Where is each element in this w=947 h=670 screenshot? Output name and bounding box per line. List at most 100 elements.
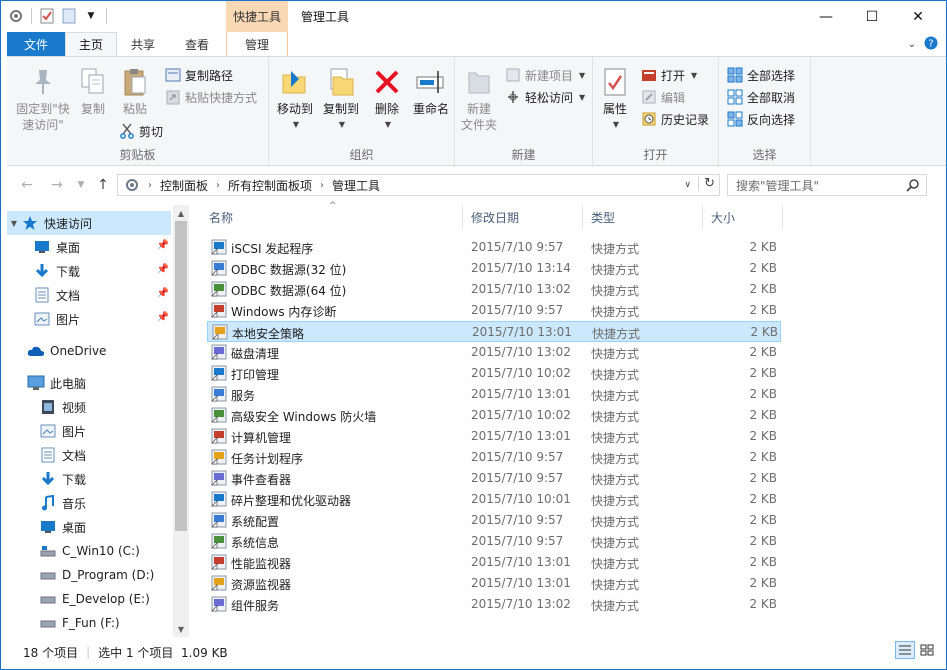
properties-check-icon[interactable] [38, 7, 56, 25]
nav-qa-pictures[interactable]: 图片 📌 [7, 307, 171, 331]
pictures-icon [39, 422, 57, 440]
file-row[interactable]: 打印管理 2015/7/10 10:02 快捷方式 2 KB [207, 363, 781, 384]
maximize-button[interactable]: ☐ [849, 1, 895, 32]
breadcrumb-admin-tools[interactable]: 管理工具 [332, 177, 380, 194]
open-icon [641, 67, 657, 83]
file-row[interactable]: 计算机管理 2015/7/10 13:01 快捷方式 2 KB [207, 426, 781, 447]
details-view-button[interactable] [895, 641, 915, 659]
desktop-icon [33, 238, 51, 256]
file-row[interactable]: 资源监视器 2015/7/10 13:01 快捷方式 2 KB [207, 573, 781, 594]
file-row[interactable]: 系统配置 2015/7/10 9:57 快捷方式 2 KB [207, 510, 781, 531]
minimize-button[interactable]: — [803, 1, 849, 32]
edit-button[interactable]: 编辑 [641, 87, 685, 107]
scroll-thumb[interactable] [175, 221, 187, 531]
recent-locations-button[interactable]: ▼ [71, 175, 91, 195]
new-folder-button[interactable]: 新建 文件夹 [459, 65, 499, 133]
file-row[interactable]: 组件服务 2015/7/10 13:02 快捷方式 2 KB [207, 594, 781, 615]
scroll-down-arrow-icon[interactable]: ▼ [173, 621, 189, 637]
nav-pc-videos[interactable]: 视频 [7, 395, 171, 419]
nav-qa-downloads[interactable]: 下载 📌 [7, 259, 171, 283]
properties-button[interactable]: 属性 ▼ [597, 65, 633, 133]
copy-path-button[interactable]: 复制路径 [165, 65, 233, 85]
file-row[interactable]: Windows 内存诊断 2015/7/10 9:57 快捷方式 2 KB [207, 300, 781, 321]
file-row[interactable]: 性能监视器 2015/7/10 13:01 快捷方式 2 KB [207, 552, 781, 573]
easy-access-icon [505, 89, 521, 105]
file-row[interactable]: 本地安全策略 2015/7/10 13:01 快捷方式 2 KB [207, 321, 781, 342]
copy-button[interactable]: 复制 [75, 65, 111, 117]
nav-this-pc[interactable]: 此电脑 [7, 371, 171, 395]
paste-button[interactable]: 粘贴 [115, 65, 155, 117]
breadcrumb-control-panel[interactable]: 控制面板 [160, 177, 208, 194]
nav-pc-desktop[interactable]: 桌面 [7, 515, 171, 539]
copy-to-button[interactable]: 复制到 ▼ [319, 65, 363, 133]
nav-qa-documents[interactable]: 文档 📌 [7, 283, 171, 307]
nav-drive-d[interactable]: D_Program (D:) [7, 563, 171, 587]
selection-info: 选中 1 个项目 1.09 KB [98, 645, 228, 660]
file-row[interactable]: iSCSI 发起程序 2015/7/10 9:57 快捷方式 2 KB [207, 237, 781, 258]
nav-pc-documents[interactable]: 文档 [7, 443, 171, 467]
delete-button[interactable]: 删除 ▼ [369, 65, 405, 133]
tab-share[interactable]: 共享 [117, 32, 169, 56]
nav-drive-c[interactable]: C_Win10 (C:) [7, 539, 171, 563]
new-item-button[interactable]: 新建项目 ▼ [505, 65, 585, 85]
address-bar[interactable]: › 控制面板 › 所有控制面板项 › 管理工具 ∨ ↻ [117, 174, 720, 196]
nav-scrollbar[interactable]: ▲ ▼ [173, 205, 189, 637]
forward-button[interactable]: → [47, 175, 67, 195]
file-row[interactable]: 系统信息 2015/7/10 9:57 快捷方式 2 KB [207, 531, 781, 552]
search-icon[interactable] [906, 178, 920, 195]
back-button[interactable]: ← [17, 175, 37, 195]
nav-pc-pictures[interactable]: 图片 [7, 419, 171, 443]
nav-pc-music[interactable]: 音乐 [7, 491, 171, 515]
open-button[interactable]: 打开 ▼ [641, 65, 697, 85]
history-button[interactable]: 历史记录 [641, 109, 709, 129]
column-header-name[interactable]: 名称 [201, 205, 463, 229]
column-header-date[interactable]: 修改日期 [463, 205, 583, 229]
nav-drive-f[interactable]: F_Fun (F:) [7, 611, 171, 635]
address-dropdown-icon[interactable]: ∨ [684, 180, 691, 190]
tab-file[interactable]: 文件 [7, 32, 65, 56]
invert-selection-button[interactable]: 反向选择 [727, 109, 795, 129]
pin-quick-access-button[interactable]: 固定到"快速访问" [13, 65, 73, 133]
breadcrumb-all-items[interactable]: 所有控制面板项 [228, 177, 312, 194]
select-all-button[interactable]: 全部选择 [727, 65, 795, 85]
up-button[interactable]: ↑ [93, 175, 113, 195]
expand-ribbon-icon[interactable]: ⌄ [908, 39, 916, 50]
file-row[interactable]: ODBC 数据源(64 位) 2015/7/10 13:02 快捷方式 2 KB [207, 279, 781, 300]
file-row[interactable]: 任务计划程序 2015/7/10 9:57 快捷方式 2 KB [207, 447, 781, 468]
file-row[interactable]: 磁盘清理 2015/7/10 13:02 快捷方式 2 KB [207, 342, 781, 363]
column-header-type[interactable]: 类型 [583, 205, 703, 229]
file-row[interactable]: 高级安全 Windows 防火墙 2015/7/10 10:02 快捷方式 2 KB [207, 405, 781, 426]
cut-button[interactable]: 剪切 [119, 121, 163, 141]
folder-settings-icon[interactable] [7, 7, 25, 25]
rename-button[interactable]: 重命名 [409, 65, 453, 117]
nav-drive-e[interactable]: E_Develop (E:) [7, 587, 171, 611]
tab-view[interactable]: 查看 [169, 32, 225, 56]
nav-onedrive[interactable]: OneDrive [7, 339, 171, 363]
easy-access-button[interactable]: 轻松访问 ▼ [505, 87, 585, 107]
help-icon[interactable]: ? [924, 36, 938, 53]
file-row[interactable]: 事件查看器 2015/7/10 9:57 快捷方式 2 KB [207, 468, 781, 489]
refresh-icon[interactable]: ↻ [698, 176, 715, 191]
nav-quick-access[interactable]: ▼ 快速访问 [7, 211, 171, 235]
search-box[interactable]: 搜索"管理工具" [727, 174, 927, 196]
move-to-button[interactable]: 移动到 ▼ [273, 65, 317, 133]
quick-access-toolbar: ▼ [7, 6, 109, 26]
paste-shortcut-button[interactable]: 粘贴快捷方式 [165, 87, 257, 107]
close-button[interactable]: ✕ [895, 1, 941, 32]
tab-home[interactable]: 主页 [65, 32, 117, 56]
large-icons-view-button[interactable] [917, 641, 937, 659]
nav-pc-downloads[interactable]: 下载 [7, 467, 171, 491]
file-row[interactable]: 碎片整理和优化驱动器 2015/7/10 10:01 快捷方式 2 KB [207, 489, 781, 510]
file-row[interactable]: 服务 2015/7/10 13:01 快捷方式 2 KB [207, 384, 781, 405]
new-group: 新建 文件夹 新建项目 ▼ 轻松访问 ▼ 新建 [455, 57, 593, 167]
select-none-button[interactable]: 全部取消 [727, 87, 795, 107]
customize-qat-chevron-icon[interactable]: ▼ [82, 7, 100, 25]
view-switcher [895, 641, 937, 659]
new-folder-icon[interactable] [60, 7, 78, 25]
column-header-size[interactable]: 大小 [703, 205, 783, 229]
tab-manage[interactable]: 管理 [226, 32, 288, 56]
expand-arrow-icon[interactable]: ▼ [7, 219, 21, 228]
nav-qa-desktop[interactable]: 桌面 📌 [7, 235, 171, 259]
scroll-up-arrow-icon[interactable]: ▲ [173, 205, 189, 221]
file-row[interactable]: ODBC 数据源(32 位) 2015/7/10 13:14 快捷方式 2 KB [207, 258, 781, 279]
